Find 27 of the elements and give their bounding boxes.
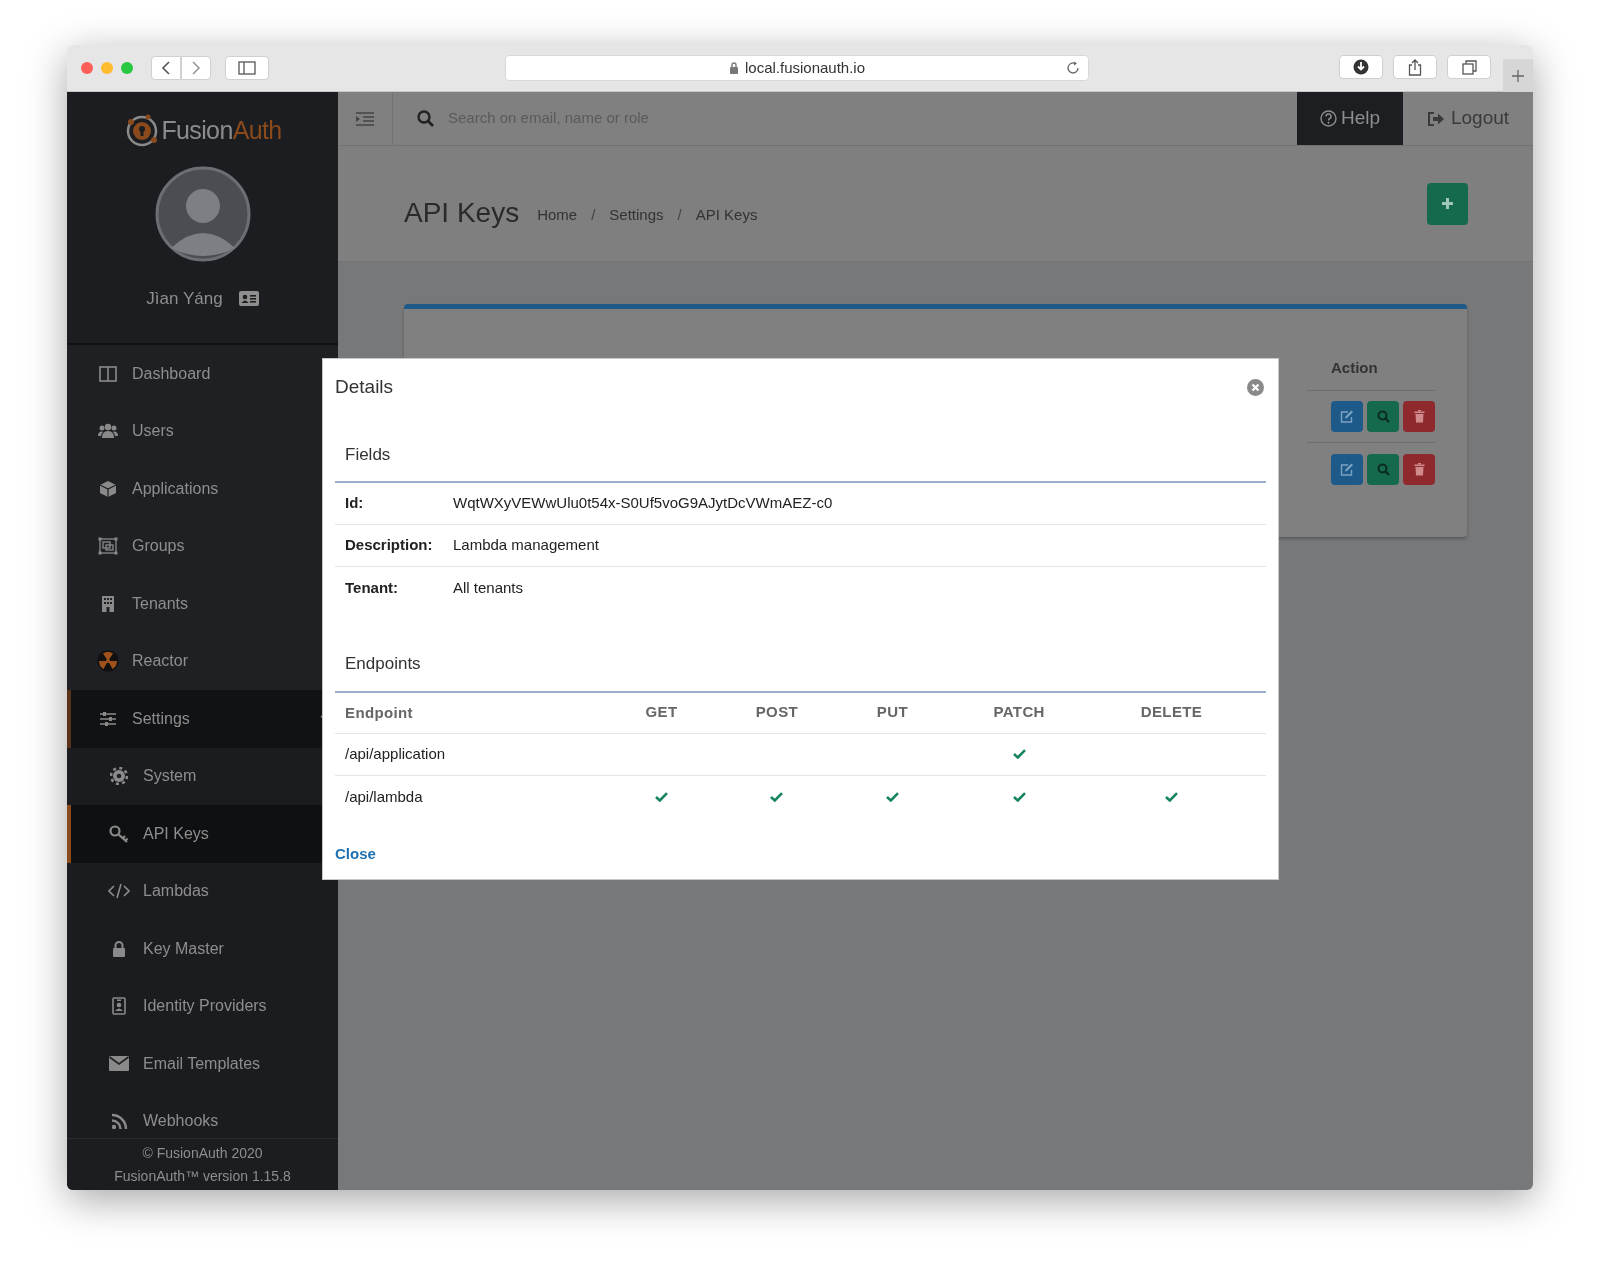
column-header: POST xyxy=(755,702,799,723)
column-header: GET xyxy=(645,702,678,723)
breadcrumb-separator: / xyxy=(591,205,596,226)
modal-title: Details xyxy=(335,375,394,399)
section-heading: Endpoints xyxy=(345,653,422,675)
column-header: PATCH xyxy=(993,702,1045,723)
logo-text: Fusion xyxy=(161,115,233,147)
page-title: API Keys xyxy=(404,195,520,230)
field-label: Id: xyxy=(345,493,365,514)
column-header: Endpoint xyxy=(345,703,413,721)
column-header: PUT xyxy=(876,702,908,723)
section-heading: Fields xyxy=(345,443,392,466)
url-text: local.fusionauth.io xyxy=(744,57,866,78)
field-label: Description: xyxy=(345,535,434,556)
endpoint-path: /api/application xyxy=(345,745,446,762)
copyright-text: © FusionAuth 2020 xyxy=(142,1143,263,1163)
user-name: Jìan Yáng xyxy=(146,288,223,310)
field-value: Lambda management xyxy=(453,535,599,556)
field-label: Tenant: xyxy=(345,577,400,598)
logo-text: Auth xyxy=(232,115,282,147)
column-header: Action xyxy=(1331,359,1378,376)
version-text: FusionAuth™ version 1.15.8 xyxy=(114,1166,291,1186)
column-header: DELETE xyxy=(1140,702,1203,723)
field-value: WqtWXyVEWwUlu0t54x-S0Uf5voG9AJytDcVWmAEZ-c0 xyxy=(453,493,833,514)
field-value: All tenants xyxy=(453,577,524,598)
endpoint-path: /api/lambda xyxy=(345,787,423,805)
breadcrumb-separator: / xyxy=(677,205,682,226)
